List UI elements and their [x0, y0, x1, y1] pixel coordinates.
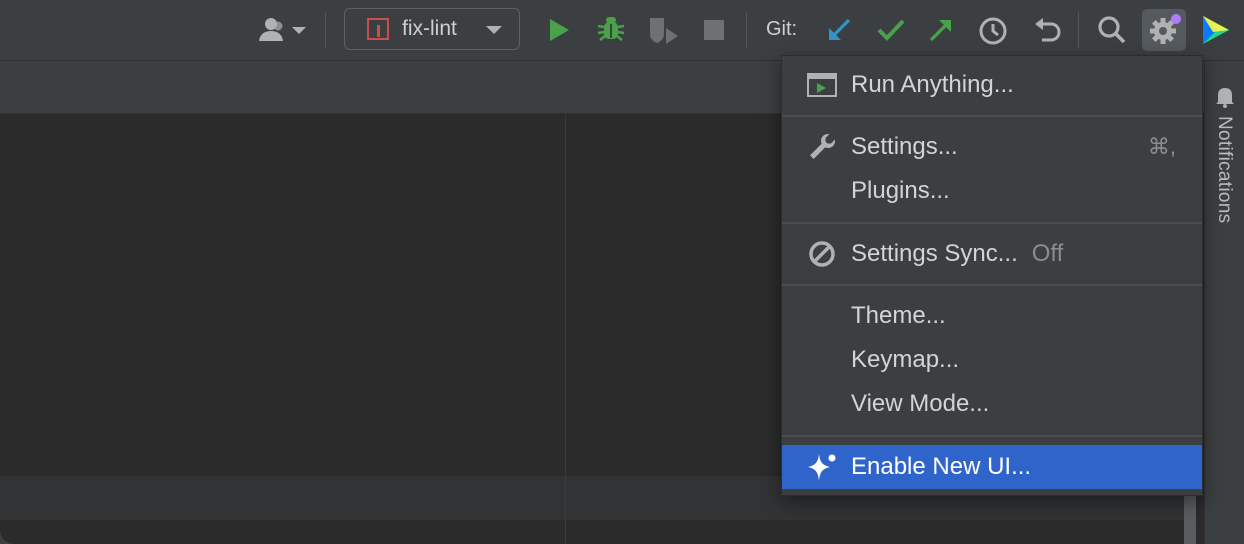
settings-gear-icon [1150, 14, 1181, 44]
push-icon [929, 20, 951, 42]
git-update-button[interactable] [823, 14, 855, 46]
toolbar-separator [1078, 12, 1079, 48]
menu-item-label: View Mode... [851, 390, 990, 417]
menu-item-keymap[interactable]: Keymap... [782, 338, 1202, 382]
debug-icon [597, 17, 625, 41]
menu-item-run-anything[interactable]: Run Anything... [782, 63, 1202, 107]
search-everywhere-button[interactable] [1095, 13, 1129, 47]
menu-separator [782, 222, 1202, 224]
sync-status: Off [1031, 240, 1064, 267]
menu-item-settings-sync[interactable]: Settings Sync... Off [782, 232, 1202, 276]
menu-item-label: Enable New UI... [851, 453, 1032, 480]
rollback-icon [1035, 18, 1061, 42]
menu-item-enable-new-ui[interactable]: Enable New UI... [782, 445, 1202, 489]
menu-item-label: Plugins... [851, 177, 950, 204]
git-rollback-button[interactable] [1030, 14, 1064, 48]
run-icon [550, 19, 569, 41]
menu-item-shortcut: ⌘, [1147, 134, 1176, 159]
coverage-button[interactable] [645, 13, 681, 47]
search-icon [1098, 16, 1126, 44]
branch-name: fix-lint [402, 17, 457, 40]
stop-icon [704, 20, 724, 40]
menu-separator [782, 284, 1202, 286]
jetbrains-logo[interactable] [1198, 13, 1232, 47]
notification-dot-icon [1171, 14, 1181, 24]
menu-item-settings[interactable]: Settings... ⌘, [782, 125, 1202, 169]
update-project-icon [829, 18, 851, 40]
commit-icon [877, 19, 905, 41]
toolbar-separator [325, 12, 326, 48]
menu-item-plugins[interactable]: Plugins... [782, 169, 1202, 213]
menu-item-label: Theme... [851, 302, 946, 329]
bell-icon[interactable] [1213, 84, 1237, 108]
sync-off-icon [806, 240, 838, 268]
run-button[interactable] [543, 14, 575, 46]
wrench-icon [806, 133, 838, 161]
menu-item-label: Settings... [851, 133, 958, 160]
menu-separator [782, 435, 1202, 437]
ide-window: fix-lint Git: Notifications Run Anything… [0, 0, 1244, 544]
menu-item-label: Settings Sync... [851, 240, 1018, 267]
git-label: Git: [766, 18, 798, 40]
git-commit-button[interactable] [874, 14, 908, 46]
settings-menu-button[interactable] [1142, 9, 1186, 51]
menu-item-label: Keymap... [851, 346, 960, 373]
menu-item-label: Run Anything... [851, 71, 1014, 98]
history-icon [979, 17, 1007, 45]
menu-item-view-mode[interactable]: View Mode... [782, 382, 1202, 426]
account-button[interactable] [254, 14, 310, 46]
user-icon [259, 18, 306, 41]
toolbar-separator [746, 12, 747, 48]
branch-selector[interactable]: fix-lint [344, 8, 520, 50]
menu-item-theme[interactable]: Theme... [782, 294, 1202, 338]
right-margin-guide [565, 114, 566, 544]
sparkle-icon [806, 453, 838, 481]
notifications-tool-window-button[interactable]: Notifications [1213, 116, 1235, 223]
menu-separator [782, 115, 1202, 117]
branch-config-icon [367, 18, 389, 40]
coverage-icon [650, 18, 678, 44]
stop-button[interactable] [700, 16, 728, 44]
chevron-down-icon [486, 26, 502, 34]
run-anything-icon [806, 71, 838, 99]
git-push-button[interactable] [925, 14, 957, 46]
jetbrains-logo-icon [1203, 16, 1229, 44]
git-history-button[interactable] [976, 14, 1010, 48]
settings-popup-menu: Run Anything... Settings... ⌘, Plugins..… [781, 55, 1203, 496]
debug-button[interactable] [594, 12, 628, 46]
